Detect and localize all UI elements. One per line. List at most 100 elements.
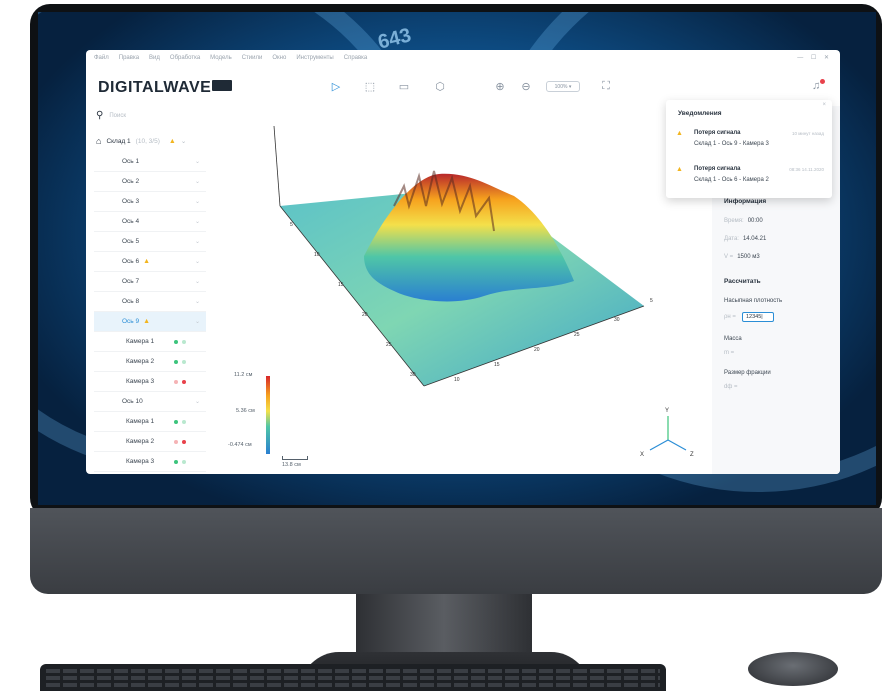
gizmo-x-line [649, 439, 669, 451]
tree-item-camera[interactable]: Камера 3 [94, 372, 206, 392]
zoom-select[interactable]: 100% ▾ [546, 81, 580, 92]
tree-item-label: Ось 5 [122, 238, 140, 245]
menu-item[interactable]: Вид [149, 55, 160, 61]
tick-label: 20 [362, 312, 368, 318]
chevron-down-icon: ⌄ [194, 259, 200, 265]
tree-item-label: Камера 3 [126, 458, 155, 465]
status-dot [182, 419, 186, 424]
mouse [748, 652, 838, 686]
warehouse-icon: ⌂ [96, 136, 102, 146]
density-label: Насыпная плотность [724, 298, 783, 304]
tick-label: 15 [338, 282, 344, 288]
tree-item-label: Ось 9 [122, 318, 140, 325]
status-dot [182, 459, 186, 464]
menu-item[interactable]: Обработка [170, 55, 200, 61]
status-dot [174, 379, 178, 384]
notification-text: Склад 1 - Ось 6 - Камера 2 [694, 177, 769, 183]
toolbar: DIGITALWAVE ▷ ⬚ ▭ ⬡ ⊕ ⊖ 100% ▾ ⛶ ♫ [86, 74, 840, 100]
key-row [46, 669, 660, 673]
pointer-tool-icon[interactable]: ▷ [330, 80, 342, 93]
z-axis-line [273, 125, 281, 207]
gizmo-z-line [667, 439, 687, 451]
menu-item[interactable]: Стиили [242, 55, 263, 61]
status-dot [174, 459, 178, 464]
tree-item-axis[interactable]: Ось 5 ⌄ [94, 232, 206, 252]
tick-label: 10 [454, 377, 460, 383]
menu-item[interactable]: Модель [210, 55, 232, 61]
menu-item[interactable]: Инструменты [296, 55, 333, 61]
tree-item-axis[interactable]: Ось 9 ▲ ⌄ [94, 312, 206, 332]
tree-item-camera[interactable]: Камера 1 [94, 412, 206, 432]
notification-dot [820, 79, 825, 84]
stage: 643 Файл Правка Вид Обработка Модель Стиили Ок… [0, 0, 882, 691]
status-leds [174, 359, 186, 364]
tree-item-axis[interactable]: Ось 10 ⌄ [94, 392, 206, 412]
status-dot [174, 419, 178, 424]
tree-item-axis[interactable]: Ось 6 ▲ ⌄ [94, 252, 206, 272]
close-icon[interactable]: × [822, 102, 826, 108]
tree-item-axis[interactable]: Ось 4 ⌄ [94, 212, 206, 232]
status-dot [174, 359, 178, 364]
tree-item-label: Ось 4 [122, 218, 140, 225]
date-label: Дата: [724, 236, 739, 242]
status-dot [182, 339, 186, 344]
polygon-tool-icon[interactable]: ⬡ [434, 80, 446, 93]
key-row [46, 676, 660, 680]
tree-item-label: Камера 3 [126, 378, 155, 385]
monitor-chin [30, 508, 882, 594]
search-placeholder: Поиск [109, 112, 126, 119]
volume-value: 1500 м3 [737, 254, 760, 260]
info-time: Время: 00:00 [724, 218, 763, 224]
tree-root-warehouse[interactable]: ⌂ Склад 1 (10, 3/5) ▲ ⌄ [96, 136, 186, 146]
menubar: Файл Правка Вид Обработка Модель Стиили Окно Ин… [86, 50, 840, 66]
fit-view-icon[interactable]: ⛶ [600, 80, 612, 92]
tree-item-label: Ось 2 [122, 178, 140, 185]
chevron-down-icon: ⌄ [194, 159, 200, 165]
warning-icon: ▲ [676, 166, 683, 173]
tree-item-axis[interactable]: Ось 1 ⌄ [94, 152, 206, 172]
warning-icon: ▲ [676, 130, 683, 137]
window-controls[interactable]: — ☐ ✕ [797, 54, 832, 61]
fraction-label: Размер фракции [724, 370, 771, 376]
select-rect-icon[interactable]: ⬚ [364, 80, 376, 93]
tree-item-camera[interactable]: Камера 3 [94, 452, 206, 472]
density-input[interactable]: 12345| [742, 312, 774, 322]
zoom-in-icon[interactable]: ⊕ [494, 80, 506, 93]
notifications-bell-icon[interactable]: ♫ [812, 79, 825, 92]
tree-item-camera[interactable]: Камера 1 [94, 332, 206, 352]
tree-item-axis[interactable]: Ось 2 ⌄ [94, 172, 206, 192]
sidebar: ⚲ Поиск ⌂ Склад 1 (10, 3/5) ▲ ⌄ Ось 1 ⌄ Ос… [86, 106, 214, 474]
tick-label: 15 [494, 362, 500, 368]
warning-icon: ▲ [168, 137, 176, 145]
fraction-sym: dф = [724, 384, 738, 390]
monitor-stand [356, 594, 532, 658]
tree-item-label: Ось 8 [122, 298, 140, 305]
3d-viewport[interactable]: 5 10 15 20 25 30 10 15 20 25 30 5 Y X Z … [214, 106, 712, 474]
measure-icon[interactable]: ▭ [398, 80, 410, 93]
mass-sym: m = [724, 350, 735, 356]
calc-title: Рассчитать [724, 278, 761, 285]
app-window: Файл Правка Вид Обработка Модель Стиили Окно Ин… [86, 50, 840, 474]
tree-item-axis[interactable]: Ось 7 ⌄ [94, 272, 206, 292]
density-sym: ρн = [724, 314, 736, 320]
status-leds [174, 459, 186, 464]
tree-item-axis[interactable]: Ось 3 ⌄ [94, 192, 206, 212]
warning-icon: ▲ [143, 258, 151, 265]
date-value: 14.04.21 [742, 236, 767, 242]
chevron-down-icon: ⌄ [180, 138, 187, 145]
tree-item-label: Камера 1 [126, 338, 155, 345]
keyboard [40, 664, 666, 691]
chevron-down-icon: ⌄ [194, 279, 200, 285]
menu-item[interactable]: Правка [119, 55, 139, 61]
status-leds [174, 339, 186, 344]
search-field[interactable]: ⚲ Поиск [96, 110, 126, 121]
zoom-out-icon[interactable]: ⊖ [520, 80, 532, 93]
menu-item[interactable]: Файл [94, 55, 109, 61]
info-volume: V = 1500 м3 [724, 254, 760, 260]
status-dot [182, 439, 186, 444]
tree-item-camera[interactable]: Камера 2 [94, 352, 206, 372]
tree-item-axis[interactable]: Ось 8 ⌄ [94, 292, 206, 312]
tree-item-camera[interactable]: Камера 2 [94, 432, 206, 452]
menu-item[interactable]: Окно [272, 55, 286, 61]
menu-item[interactable]: Справка [344, 55, 368, 61]
